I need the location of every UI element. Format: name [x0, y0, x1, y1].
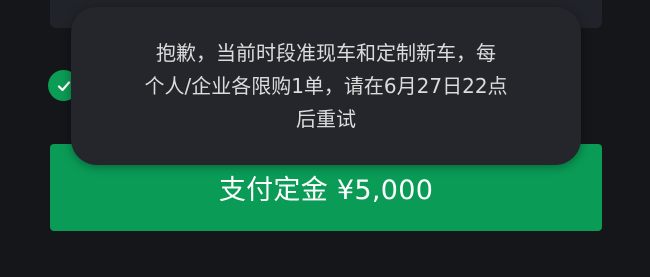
toast-line: 后重试	[296, 107, 356, 131]
toast-text: 抱歉，当前时段准现车和定制新车，每 个人/企业各限购1单，请在6月27日22点 …	[105, 37, 547, 136]
toast-line: 个人/企业各限购1单，请在6月27日22点	[144, 74, 508, 98]
check-icon	[57, 80, 70, 91]
toast-line: 抱歉，当前时段准现车和定制新车，每	[156, 41, 496, 65]
pay-deposit-button-label: 支付定金 ¥5,000	[218, 175, 434, 206]
toast-message: 抱歉，当前时段准现车和定制新车，每 个人/企业各限购1单，请在6月27日22点 …	[71, 7, 581, 165]
